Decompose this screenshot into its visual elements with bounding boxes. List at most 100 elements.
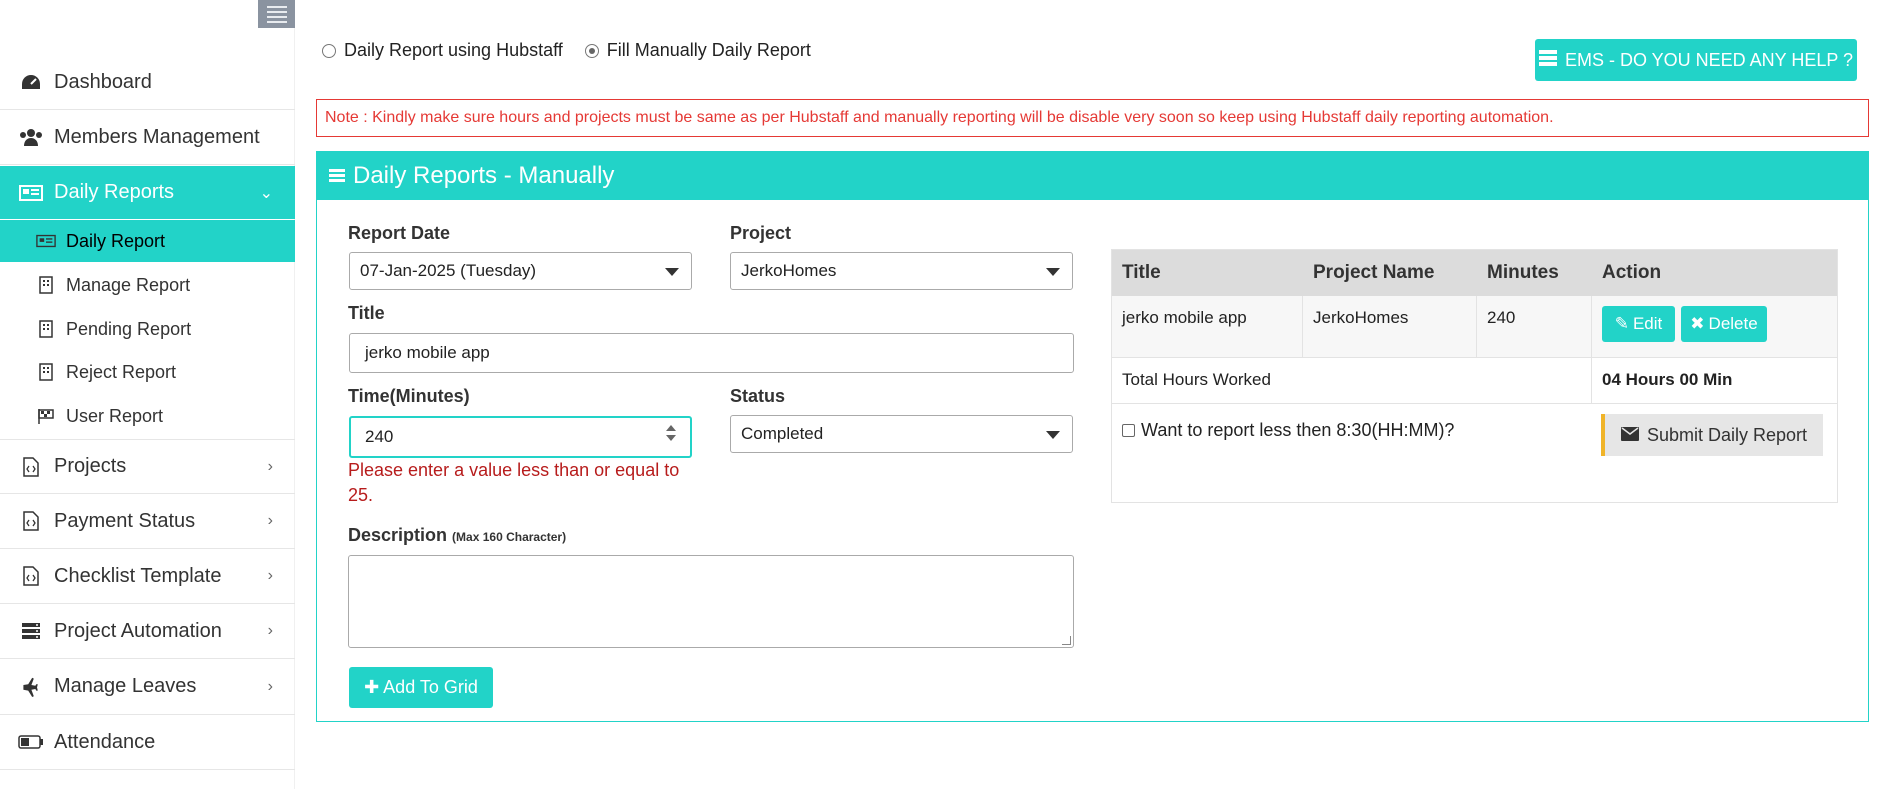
sidebar-item-label: Daily Reports xyxy=(54,181,175,203)
report-mode-group: Daily Report using Hubstaff Fill Manuall… xyxy=(322,40,811,61)
server-icon xyxy=(18,622,44,640)
description-textarea[interactable] xyxy=(348,555,1074,648)
sidebar-item-members-management[interactable]: Members Management xyxy=(0,110,295,165)
panel-header: Daily Reports - Manually xyxy=(317,152,1868,200)
description-label-text: Description xyxy=(348,525,448,545)
sidebar-subitem-label: Manage Report xyxy=(66,274,191,295)
report-grid-table: Title Project Name Minutes Action jerko … xyxy=(1111,249,1838,503)
sidebar-subitem-label: Reject Report xyxy=(66,361,177,382)
chevron-right-icon: › xyxy=(267,622,273,639)
report-date-select[interactable]: 07-Jan-2025 (Tuesday) xyxy=(349,252,692,290)
chevron-down-icon: ⌄ xyxy=(259,184,273,202)
building-icon xyxy=(36,320,56,338)
caret-down-icon xyxy=(1046,268,1060,276)
sidebar-item-label: Payment Status xyxy=(54,509,196,532)
title-input[interactable]: jerko mobile app xyxy=(349,333,1074,373)
sidebar-item-daily-reports[interactable]: Daily Reports ⌄ xyxy=(0,166,295,219)
sidebar-item-attendance[interactable]: Attendance xyxy=(0,715,295,770)
submit-daily-report-button[interactable]: Submit Daily Report xyxy=(1601,414,1823,456)
newspaper-icon xyxy=(36,233,56,249)
delete-button[interactable]: ✖ Delete xyxy=(1681,306,1767,342)
description-hint: (Max 160 Character) xyxy=(452,530,567,544)
number-spinner[interactable] xyxy=(666,425,676,441)
validation-error: Please enter a value less than or equal … xyxy=(348,460,680,505)
sidebar-item-label: Members Management xyxy=(54,125,260,148)
chevron-right-icon: › xyxy=(267,512,273,529)
submit-row: Want to report less then 8:30(HH:MM)? Su… xyxy=(1112,404,1837,502)
status-select[interactable]: Completed xyxy=(730,415,1073,453)
submit-button-label: Submit Daily Report xyxy=(1646,424,1808,445)
cell-title: jerko mobile app xyxy=(1122,308,1247,327)
sidebar-item-label: Attendance xyxy=(54,730,156,753)
sidebar: Dashboard Members Management Daily Repor… xyxy=(0,0,295,789)
project-select[interactable]: JerkoHomes xyxy=(730,252,1073,290)
sidebar-item-dashboard[interactable]: Dashboard xyxy=(0,55,295,110)
status-value: Completed xyxy=(741,424,824,443)
report-less-checkbox[interactable] xyxy=(1122,424,1135,437)
sidebar-item-label: Projects xyxy=(54,455,127,477)
cell-project: JerkoHomes xyxy=(1313,308,1409,327)
edit-button-label: Edit xyxy=(1632,314,1663,333)
plane-icon xyxy=(18,677,44,697)
warning-note: Note : Kindly make sure hours and projec… xyxy=(316,99,1869,137)
edit-icon: ✎ xyxy=(1614,314,1629,333)
total-row: Total Hours Worked 04 Hours 00 Min xyxy=(1112,358,1837,404)
sidebar-item-checklist-template[interactable]: Checklist Template › xyxy=(0,549,295,604)
sidebar-item-project-automation[interactable]: Project Automation › xyxy=(0,604,295,659)
radio-manual-label[interactable]: Fill Manually Daily Report xyxy=(607,40,811,61)
sidebar-subitem-label: Pending Report xyxy=(66,318,192,339)
time-label: Time(Minutes) xyxy=(348,386,470,406)
total-value: 04 Hours 00 Min xyxy=(1602,370,1733,389)
sidebar-subitem-label: User Report xyxy=(66,405,164,426)
sidebar-toggle-button[interactable] xyxy=(258,0,295,28)
status-label: Status xyxy=(730,386,786,406)
radio-manual[interactable] xyxy=(584,43,599,58)
envelope-icon xyxy=(1620,425,1639,446)
table-header: Title Project Name Minutes Action xyxy=(1112,250,1837,296)
report-less-label: Want to report less then 8:30(HH:MM)? xyxy=(1141,420,1455,440)
sidebar-item-manage-leaves[interactable]: Manage Leaves › xyxy=(0,659,295,715)
project-label: Project xyxy=(730,223,792,243)
add-to-grid-button[interactable]: ✚ Add To Grid xyxy=(349,667,493,708)
report-date-value: 07-Jan-2025 (Tuesday) xyxy=(360,261,537,280)
sidebar-item-label: Manage Leaves xyxy=(54,675,197,697)
sidebar-item-projects[interactable]: Projects › xyxy=(0,439,295,494)
column-header-project: Project Name xyxy=(1313,262,1435,283)
total-label: Total Hours Worked xyxy=(1122,370,1271,389)
server-icon xyxy=(1538,49,1557,71)
sidebar-item-payment-status[interactable]: Payment Status › xyxy=(0,494,295,549)
help-button[interactable]: EMS - DO YOU NEED ANY HELP ? xyxy=(1535,39,1857,81)
help-button-label: EMS - DO YOU NEED ANY HELP ? xyxy=(1564,49,1854,70)
sidebar-item-label: Checklist Template xyxy=(54,564,222,587)
sidebar-subitem-label: Daily Report xyxy=(66,230,166,251)
building-icon xyxy=(36,276,56,294)
radio-hubstaff[interactable] xyxy=(322,43,336,58)
panel-title: Daily Reports - Manually xyxy=(353,162,615,189)
sidebar-subitem-pending-report[interactable]: Pending Report xyxy=(0,308,295,350)
delete-button-label: Delete xyxy=(1708,314,1758,333)
resize-handle-icon[interactable] xyxy=(1062,636,1071,645)
sidebar-subitem-user-report[interactable]: User Report xyxy=(0,395,295,437)
description-label: Description (Max 160 Character) xyxy=(348,525,566,546)
cell-minutes: 240 xyxy=(1487,308,1516,327)
time-minutes-input[interactable]: 240 xyxy=(349,416,692,458)
caret-down-icon xyxy=(1046,431,1060,439)
sidebar-item-label: Dashboard xyxy=(54,70,152,93)
column-header-action: Action xyxy=(1602,262,1662,283)
code-file-icon xyxy=(18,566,44,586)
project-value: JerkoHomes xyxy=(741,261,837,280)
sidebar-subitem-reject-report[interactable]: Reject Report xyxy=(0,351,295,393)
time-input-value: 240 xyxy=(365,427,394,446)
users-icon xyxy=(18,128,44,146)
building-icon xyxy=(36,363,56,381)
radio-hubstaff-label[interactable]: Daily Report using Hubstaff xyxy=(344,40,563,61)
sidebar-subitem-daily-report[interactable]: Daily Report xyxy=(0,220,295,262)
sidebar-subitem-manage-report[interactable]: Manage Report xyxy=(0,264,295,306)
chevron-right-icon: › xyxy=(267,457,273,475)
code-file-icon xyxy=(18,456,44,477)
edit-button[interactable]: ✎ Edit xyxy=(1602,306,1675,342)
chevron-right-icon: › xyxy=(267,677,273,695)
column-header-minutes: Minutes xyxy=(1487,262,1559,283)
chevron-right-icon: › xyxy=(267,567,273,584)
battery-icon xyxy=(18,735,44,749)
